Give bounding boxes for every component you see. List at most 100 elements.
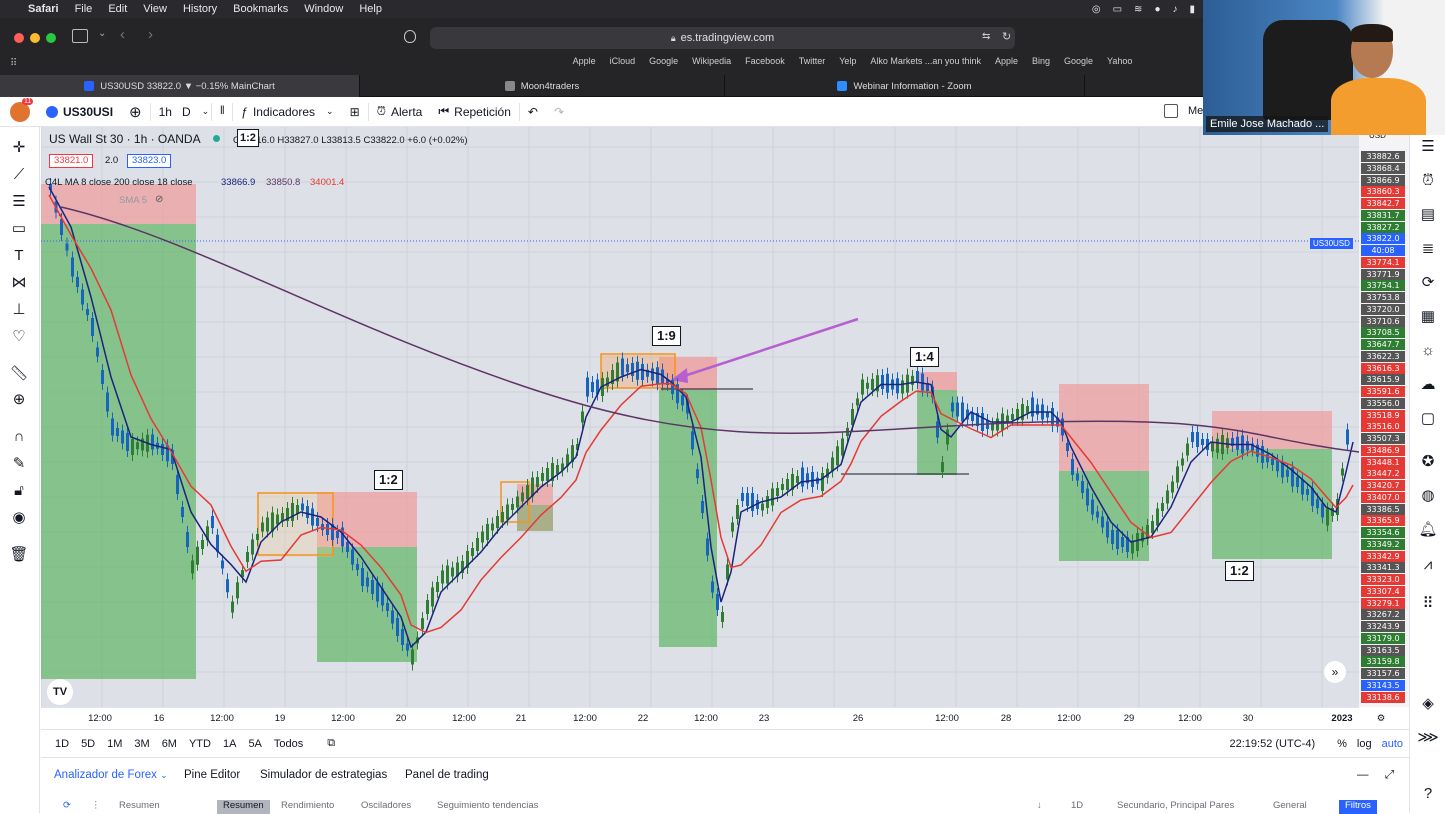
pattern-icon[interactable]: ⋈ <box>9 272 29 292</box>
templates-button[interactable]: ⊞ <box>342 97 368 127</box>
layers-icon[interactable]: ◈ <box>1418 693 1438 713</box>
tab-forex-analyzer[interactable]: Analizador de Forex ⌄ <box>54 769 168 781</box>
menu-view[interactable]: View <box>135 3 175 15</box>
zoom-window-button[interactable] <box>46 33 56 43</box>
translate-icon[interactable]: ⇆ <box>982 31 990 42</box>
refresh-icon[interactable]: ⟳ <box>63 800 71 814</box>
range-1m[interactable]: 1M <box>101 738 128 750</box>
favorite-link[interactable]: Bing <box>1032 56 1050 72</box>
control-center-icon[interactable]: ◎ <box>1092 4 1101 15</box>
watchlist-icon[interactable]: ☰ <box>1418 136 1438 156</box>
crosshair-icon[interactable]: ✛ <box>9 137 29 157</box>
close-window-button[interactable] <box>14 33 24 43</box>
menu-app-name[interactable]: Safari <box>20 3 67 15</box>
indicators-button[interactable]: ƒ Indicadores ⌄ <box>233 97 341 127</box>
grid-dots-icon[interactable]: ⠿ <box>1418 593 1438 613</box>
scroll-to-realtime-icon[interactable]: » <box>1324 661 1346 683</box>
add-symbol-button[interactable]: ⊕ <box>121 97 150 127</box>
sidebar-chevron-icon[interactable]: ⌄ <box>98 28 106 39</box>
help-icon[interactable]: ? <box>1418 783 1438 803</box>
favorite-link[interactable]: Alko Markets ...an you think <box>870 56 981 72</box>
interval-button[interactable]: 1h <box>151 97 180 127</box>
news-icon[interactable]: ▤ <box>1418 204 1438 224</box>
cloud-icon[interactable]: ☁︎ <box>1418 374 1438 394</box>
range-ytd[interactable]: YTD <box>183 738 217 750</box>
menu-file[interactable]: File <box>67 3 101 15</box>
filters-button[interactable]: Filtros <box>1339 800 1377 814</box>
browser-tab-moon4traders[interactable]: Moon4traders <box>360 75 725 97</box>
browser-tab-zoom[interactable]: Webinar Information - Zoom <box>725 75 1085 97</box>
sub-tab[interactable]: Osciladores <box>361 800 411 814</box>
buy-price-button[interactable]: 33823.0 <box>127 154 172 168</box>
range-6m[interactable]: 6M <box>156 738 183 750</box>
eye-icon[interactable]: ◉ <box>9 507 29 527</box>
redo-button[interactable]: ↷ <box>546 97 572 127</box>
tab-trading-panel[interactable]: Panel de trading <box>405 769 489 781</box>
menu-window[interactable]: Window <box>296 3 351 15</box>
risk-reward-label[interactable]: 1:9 <box>652 326 681 346</box>
interval-dropdown[interactable]: D ⌄ <box>180 97 211 127</box>
address-bar[interactable]: 🔒︎ es.tradingview.com <box>430 27 1015 49</box>
legend-ratio-box[interactable]: 1:2 <box>237 129 259 147</box>
sma-legend-label[interactable]: SMA 5 <box>119 195 147 206</box>
favorite-link[interactable]: Wikipedia <box>692 56 731 72</box>
zoom-in-icon[interactable]: ⊕ <box>9 389 29 409</box>
favorite-link[interactable]: Apple <box>573 56 596 72</box>
rectangle-icon[interactable]: ▭ <box>9 218 29 238</box>
risk-reward-label[interactable]: 1:2 <box>374 470 403 490</box>
range-1a[interactable]: 1A <box>217 738 242 750</box>
user-avatar[interactable]: 11 <box>0 97 38 127</box>
go-to-date-icon[interactable]: ⧉ <box>321 737 341 750</box>
alerts-clock-icon[interactable]: ⏰︎ <box>1418 170 1438 190</box>
tradingview-logo-icon[interactable]: TV <box>47 679 73 705</box>
interval-select[interactable]: 1D <box>1071 800 1083 814</box>
menu-bookmarks[interactable]: Bookmarks <box>225 3 296 15</box>
time-axis[interactable]: 12:00 16 12:00 19 12:00 20 12:00 21 12:00 22 12:00… <box>41 707 1385 729</box>
trend-icon[interactable]: ⩘ <box>1418 554 1438 574</box>
percent-toggle[interactable]: % <box>1337 738 1347 750</box>
sell-price-button[interactable]: 33821.0 <box>49 154 94 168</box>
text-icon[interactable]: T <box>9 245 29 265</box>
minimize-window-button[interactable] <box>30 33 40 43</box>
idea-icon[interactable]: ✪ <box>1418 451 1438 471</box>
lock-icon[interactable]: 🔓︎ <box>9 480 29 500</box>
heart-icon[interactable]: ♡ <box>9 326 29 346</box>
tab-pine-editor[interactable]: Pine Editor <box>184 769 240 781</box>
chart-legend-title[interactable]: US Wall St 30 · 1h · OANDA <box>49 132 201 146</box>
chart-type-button[interactable]: 𝍪 <box>212 97 232 127</box>
alert-button[interactable]: ⏰︎ Alerta <box>369 97 431 127</box>
calendar-icon[interactable]: ▦ <box>1418 306 1438 326</box>
collapse-legend-icon[interactable]: ⌃ <box>57 213 64 222</box>
magnet-icon[interactable]: ∩ <box>9 426 29 446</box>
chat-icon[interactable]: ▢ <box>1418 408 1438 428</box>
forward-icon[interactable]: › <box>148 26 153 43</box>
screen-mirror-icon[interactable]: ▭ <box>1113 4 1122 15</box>
sub-tab[interactable]: Resumen <box>119 800 160 814</box>
general-select[interactable]: General <box>1273 800 1307 814</box>
risk-reward-label[interactable]: 1:2 <box>1225 561 1254 581</box>
range-5d[interactable]: 5D <box>75 738 101 750</box>
favorite-link[interactable]: Google <box>1064 56 1093 72</box>
maximize-panel-icon[interactable]: ⤢ <box>1385 769 1394 782</box>
risk-reward-label[interactable]: 1:4 <box>910 347 939 367</box>
range-5a[interactable]: 5A <box>242 738 267 750</box>
measure-icon[interactable]: ⊥ <box>9 299 29 319</box>
pencil-lock-icon[interactable]: ✎ <box>9 453 29 473</box>
hidden-eye-icon[interactable]: ⊘ <box>155 194 163 205</box>
favorite-link[interactable]: Google <box>649 56 678 72</box>
fullscreen-checkbox-icon[interactable] <box>1164 104 1178 118</box>
wifi-icon[interactable]: ≋ <box>1134 4 1142 15</box>
refresh-icon[interactable]: ⟳ <box>1418 272 1438 292</box>
favorite-link[interactable]: Apple <box>995 56 1018 72</box>
trash-icon[interactable]: 🗑︎ <box>9 544 29 564</box>
back-icon[interactable]: ‹ <box>120 26 125 43</box>
horizontal-lines-icon[interactable]: ☰ <box>9 191 29 211</box>
pairs-select[interactable]: Secundario, Principal Pares <box>1117 800 1234 814</box>
favorite-link[interactable]: Twitter <box>799 56 826 72</box>
volume-icon[interactable]: ♪ <box>1172 4 1177 15</box>
clock-timezone[interactable]: 22:19:52 (UTC-4) <box>1230 738 1316 750</box>
chart-canvas[interactable] <box>41 127 1359 707</box>
range-todos[interactable]: Todos <box>268 738 309 750</box>
sub-tab[interactable]: Rendimiento <box>281 800 334 814</box>
favorite-link[interactable]: Yelp <box>839 56 856 72</box>
